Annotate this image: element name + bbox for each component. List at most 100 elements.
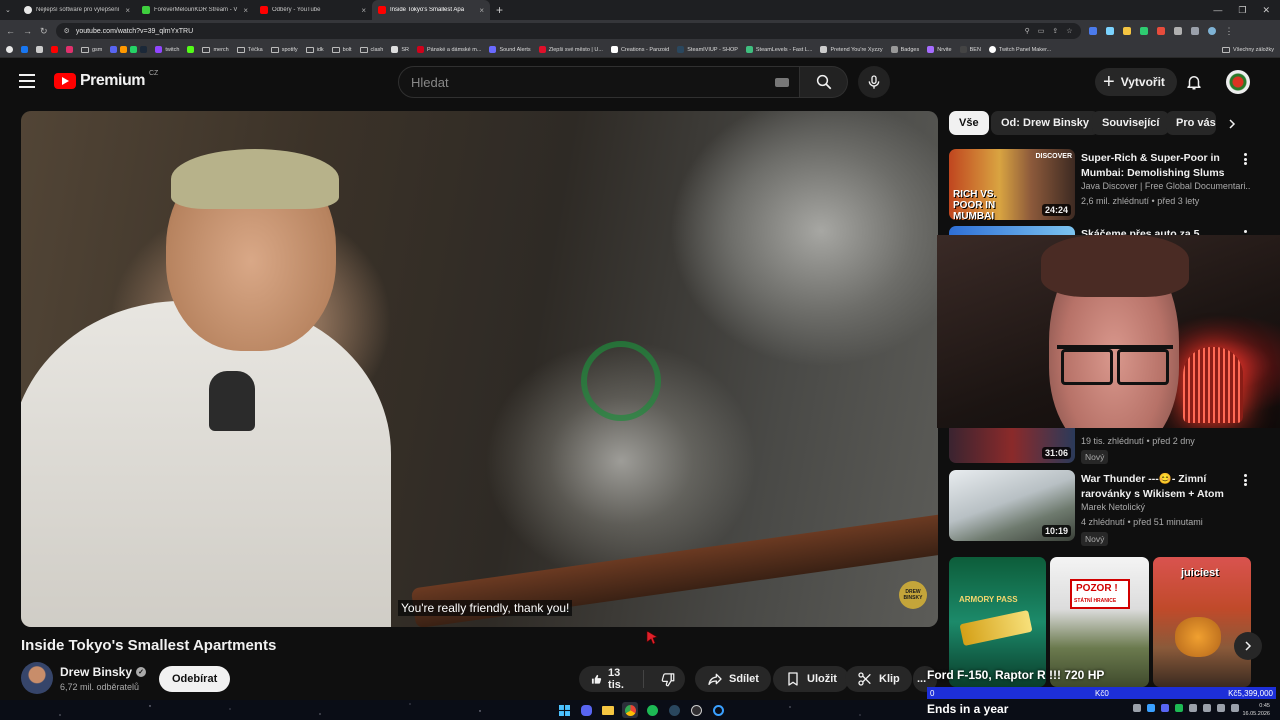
close-window-icon[interactable]: ✕ [1262, 5, 1270, 16]
steam-icon[interactable] [666, 702, 682, 718]
bookmark-item[interactable]: SteamLevels - Fast L... [745, 46, 812, 53]
tray-app-icon[interactable] [1175, 704, 1183, 712]
minimize-icon[interactable]: — [1213, 5, 1222, 15]
tray-chevron-icon[interactable] [1133, 704, 1141, 712]
all-bookmarks[interactable]: Všechny záložky [1222, 46, 1274, 53]
zoom-icon[interactable]: ⚲ [1025, 27, 1030, 35]
chip-for-you[interactable]: Pro vás [1166, 111, 1216, 135]
channel-name[interactable]: Marek Netolický [1081, 502, 1251, 512]
volume-icon[interactable] [1217, 704, 1225, 712]
close-icon[interactable]: × [479, 6, 484, 15]
omnibox[interactable]: ⚙ youtube.com/watch?v=39_qlmYxTRU ⚲ ▭ ⇪ … [55, 23, 1081, 39]
channel-watermark[interactable]: DREW BINSKY [899, 581, 927, 609]
bookmark-item[interactable]: Pretend You're Xyzzy [820, 46, 883, 53]
tray-app-icon[interactable] [1161, 704, 1169, 712]
bookmark-item[interactable] [187, 46, 195, 53]
site-info-icon[interactable]: ⚙ [64, 27, 70, 35]
dislike-button[interactable] [650, 672, 685, 687]
video-player[interactable]: You're really friendly, thank you! DREW … [21, 111, 938, 627]
cast-icon[interactable]: ▭ [1038, 27, 1045, 35]
video-thumbnail[interactable]: 10:19 [949, 470, 1075, 541]
more-options-icon[interactable] [1239, 151, 1251, 167]
forward-icon[interactable]: → [23, 26, 32, 36]
bookmark-folder[interactable]: idk [305, 46, 324, 53]
bookmark-item[interactable] [6, 46, 13, 53]
create-button[interactable]: + Vytvořit [1095, 68, 1177, 96]
battery-icon[interactable] [1231, 704, 1239, 712]
channel-name[interactable]: Drew Binsky [60, 665, 132, 679]
search-input[interactable] [411, 74, 775, 90]
hamburger-menu-icon[interactable] [19, 74, 35, 88]
bookmark-item[interactable] [21, 46, 28, 53]
extension-icon[interactable] [1156, 27, 1165, 35]
bookmark-item[interactable]: Zlepši své město | U... [538, 46, 603, 53]
more-options-icon[interactable] [1239, 472, 1251, 488]
browser-tab[interactable]: Nejlepší software pro vylepšení × [18, 0, 136, 20]
bookmark-item[interactable]: Creations - Panzoid [610, 46, 669, 53]
extension-icon[interactable] [1088, 27, 1097, 35]
bookmark-item[interactable] [51, 46, 58, 53]
extension-icon[interactable] [1105, 27, 1114, 35]
bookmark-item[interactable]: Nrvite [927, 46, 952, 53]
bookmark-item[interactable]: Twitch Panel Maker... [988, 46, 1051, 53]
tab-menu[interactable]: ⌄ [0, 0, 18, 20]
bookmark-item[interactable] [36, 46, 43, 53]
video-title[interactable]: War Thunder ---😊- Zimní rarovánky s Wiki… [1081, 472, 1231, 502]
bookmark-folder[interactable]: merch [202, 46, 229, 53]
system-clock[interactable]: 0:45 16.05.2026 [1242, 702, 1270, 718]
bookmark-item[interactable]: Pánské a dámské m... [417, 46, 481, 53]
bookmark-folder[interactable]: spotify [270, 46, 298, 53]
bookmark-item[interactable]: SR [391, 46, 409, 53]
bookmark-item[interactable] [110, 46, 148, 53]
voice-search-button[interactable] [858, 66, 890, 98]
bookmark-item[interactable]: twitch [155, 46, 179, 53]
tray-app-icon[interactable] [1147, 704, 1155, 712]
app-icon[interactable] [710, 702, 726, 718]
bookmark-item[interactable]: Sound Alerts [489, 46, 531, 53]
close-icon[interactable]: × [125, 6, 130, 15]
menu-dots-icon[interactable]: ⋮ [1225, 26, 1234, 37]
bookmark-folder[interactable]: clash [359, 46, 383, 53]
bookmark-star-icon[interactable]: ☆ [1066, 27, 1072, 35]
share-button[interactable]: Sdílet [695, 666, 771, 692]
browser-tab[interactable]: ForeverMelounKDR Stream - V × [136, 0, 254, 20]
notifications-button[interactable] [1184, 72, 1204, 92]
chip-from-channel[interactable]: Od: Drew Binsky [991, 111, 1100, 135]
bookmark-item[interactable]: Badges [890, 46, 919, 53]
profile-icon[interactable] [1207, 27, 1216, 35]
channel-avatar[interactable] [21, 662, 53, 694]
channel-name-row[interactable]: Drew Binsky ✓ [60, 665, 147, 679]
puzzle-icon[interactable] [1190, 27, 1199, 35]
shorts-next-button[interactable] [1234, 632, 1262, 660]
bookmark-folder[interactable]: bolt [331, 46, 352, 53]
bookmark-item[interactable]: SteamIVIUP - SHOP [677, 46, 738, 53]
video-thumbnail[interactable]: 31:06 [949, 428, 1075, 463]
close-icon[interactable]: × [361, 6, 366, 15]
bookmark-item[interactable]: BEN [959, 46, 981, 53]
chrome-icon[interactable] [622, 702, 638, 718]
short-card[interactable]: juiciest [1153, 557, 1251, 687]
extension-icon[interactable] [1173, 27, 1182, 35]
chip-all[interactable]: Vše [949, 111, 989, 135]
channel-name[interactable]: Java Discover | Free Global Documentari.… [1081, 181, 1251, 191]
extension-icon[interactable] [1139, 27, 1148, 35]
obs-icon[interactable] [688, 702, 704, 718]
bookmark-folder[interactable]: Téčka [236, 46, 263, 53]
like-button[interactable]: 13 tis. [579, 667, 644, 691]
file-explorer-icon[interactable] [600, 702, 616, 718]
video-title[interactable]: Super-Rich & Super-Poor in Mumbai: Demol… [1081, 151, 1231, 181]
recommended-video[interactable]: 10:19 War Thunder ---😊- Zimní rarovánky … [949, 470, 1249, 546]
recommended-video[interactable]: 31:06 19 tis. zhlédnutí • před 2 dny Nov… [949, 428, 1249, 464]
reload-icon[interactable]: ↻ [40, 26, 48, 37]
account-avatar[interactable] [1226, 70, 1250, 94]
subscribe-button[interactable]: Odebírat [159, 666, 231, 692]
bookmark-item[interactable] [66, 46, 73, 53]
save-button[interactable]: Uložit [773, 666, 849, 692]
close-icon[interactable]: × [243, 6, 248, 15]
tray-app-icon[interactable] [1189, 704, 1197, 712]
chip-related[interactable]: Související [1092, 111, 1170, 135]
new-tab-button[interactable]: + [496, 3, 503, 17]
maximize-icon[interactable]: ❐ [1238, 5, 1246, 16]
search-button[interactable] [800, 66, 848, 98]
windows-start-icon[interactable] [556, 702, 572, 718]
